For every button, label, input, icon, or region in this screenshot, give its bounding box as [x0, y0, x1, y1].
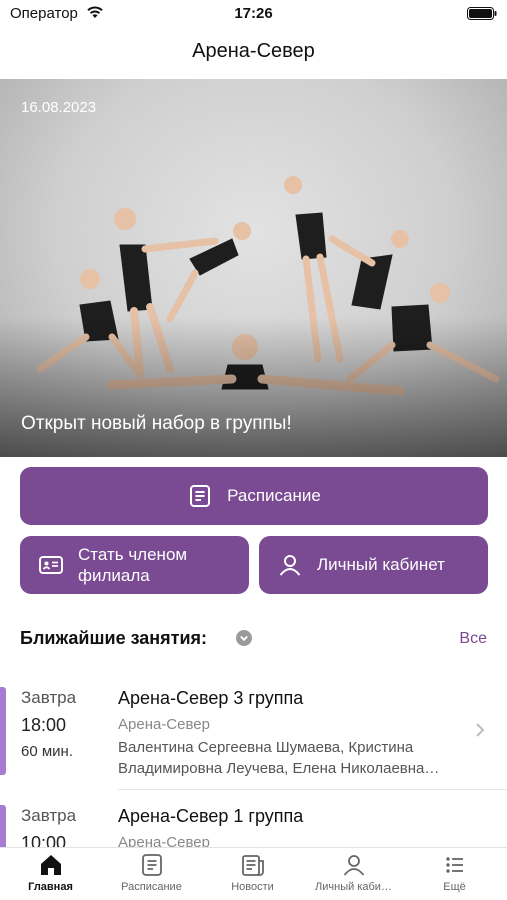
id-card-icon	[39, 556, 63, 574]
schedule-icon	[190, 485, 211, 507]
news-icon	[241, 855, 264, 876]
tab-home[interactable]: Главная	[0, 848, 101, 900]
lesson-time: 18:00	[21, 715, 67, 735]
lesson-marker	[0, 687, 6, 775]
tab-label: Личный каби…	[315, 881, 392, 893]
chevron-down-icon[interactable]	[236, 630, 252, 646]
news-date: 16.08.2023	[21, 99, 97, 116]
tab-label: Расписание	[121, 881, 182, 893]
battery-icon	[467, 7, 497, 20]
lesson-branch: Арена-Север	[118, 834, 210, 847]
personal-cabinet-button[interactable]: Личный кабинет	[259, 536, 488, 594]
lesson-branch: Арена-Север	[118, 716, 210, 733]
tab-bar: Главная Расписание Новости Личный каби… …	[0, 847, 507, 900]
tab-schedule[interactable]: Расписание	[101, 848, 202, 900]
tab-news[interactable]: Новости	[202, 848, 303, 900]
user-icon	[343, 855, 364, 876]
chevron-right-icon	[476, 723, 485, 737]
schedule-icon	[141, 854, 162, 876]
status-bar: Оператор 17:26	[0, 0, 507, 30]
lesson-card[interactable]: Завтра 18:00 60 мин. Арена-Север 3 групп…	[0, 672, 507, 790]
tab-label: Ещё	[443, 881, 466, 893]
lesson-time: 10:00	[21, 833, 67, 847]
page-title: Арена-Север	[192, 40, 315, 62]
lesson-day: Завтра	[21, 806, 77, 825]
upcoming-lessons-title: Ближайшие занятия:	[20, 628, 208, 648]
schedule-button[interactable]: Расписание	[20, 467, 488, 525]
lesson-card[interactable]: Завтра 10:00 Арена-Север 1 группа Арена-…	[0, 790, 507, 847]
news-title: Открыт новый набор в группы!	[21, 413, 292, 434]
more-icon	[445, 857, 463, 873]
status-time: 17:26	[234, 5, 273, 22]
lesson-title: Арена-Север 1 группа	[118, 806, 304, 826]
become-member-label: Стать членом филиала	[78, 545, 188, 585]
lesson-teachers: Валентина Сергеевна Шумаева, Кристина Вл…	[118, 739, 440, 777]
home-icon	[40, 855, 61, 875]
tab-more[interactable]: Ещё	[404, 848, 505, 900]
lesson-title: Арена-Север 3 группа	[118, 688, 304, 708]
schedule-button-label: Расписание	[227, 486, 321, 505]
lessons-list: Завтра 18:00 60 мин. Арена-Север 3 групп…	[0, 672, 507, 847]
lesson-day: Завтра	[21, 688, 77, 707]
tab-label: Главная	[28, 881, 73, 893]
lesson-duration: 60 мин.	[21, 743, 73, 760]
hero-banner[interactable]: 16.08.2023 Открыт новый набор в группы!	[0, 79, 507, 457]
personal-cabinet-label: Личный кабинет	[317, 555, 445, 574]
become-member-button[interactable]: Стать членом филиала	[20, 536, 249, 594]
user-icon	[279, 555, 301, 576]
tab-label: Новости	[231, 881, 274, 893]
lesson-marker	[0, 805, 6, 847]
all-lessons-link[interactable]: Все	[459, 630, 487, 648]
tab-personal-cabinet[interactable]: Личный каби…	[303, 848, 404, 900]
